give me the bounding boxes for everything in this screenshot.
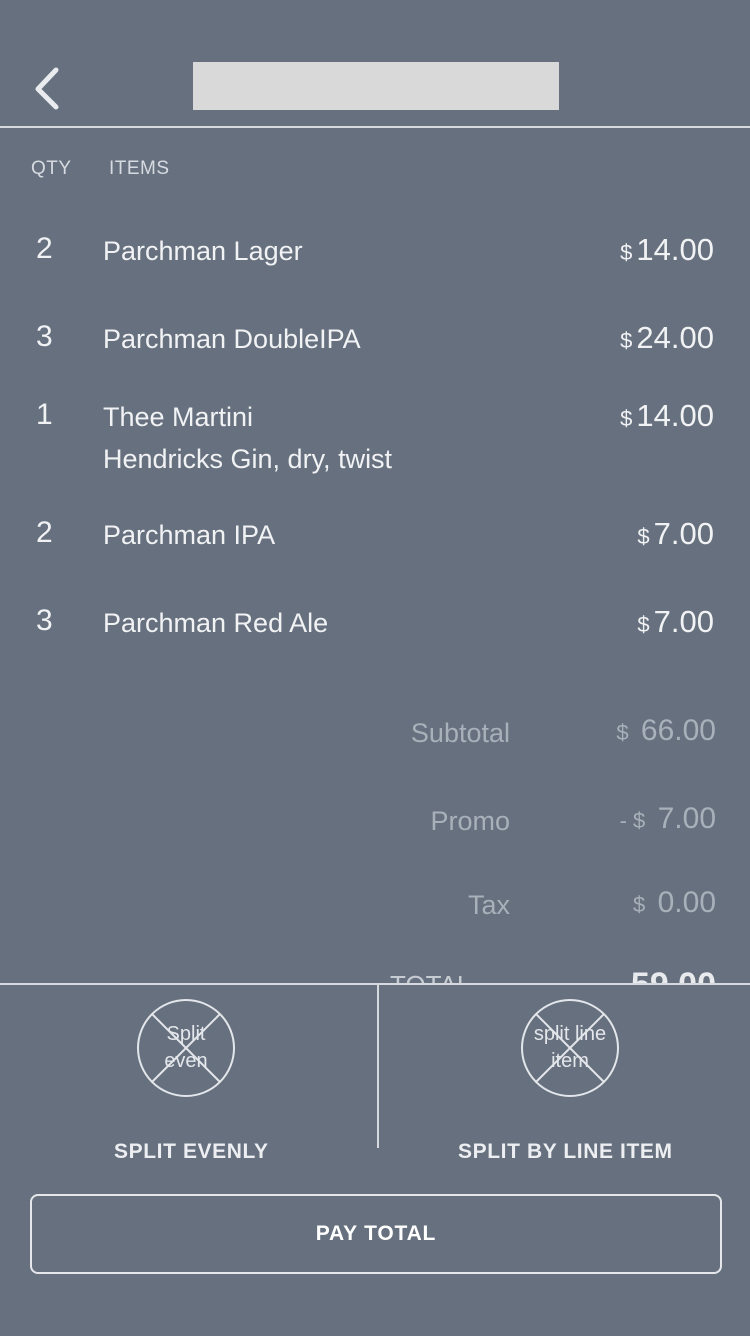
promo-amount: 7.00 <box>657 802 716 835</box>
split-evenly-label: SPLIT EVENLY <box>114 1140 269 1163</box>
item-price-value: 24.00 <box>636 320 714 355</box>
split-by-line-item-button[interactable]: split line item SPLIT BY LINE ITEM <box>379 985 750 1175</box>
promo-label: Promo <box>430 806 510 836</box>
item-price-value: 7.00 <box>653 604 714 639</box>
item-price-value: 14.00 <box>636 398 714 433</box>
item-price-value: 14.00 <box>636 232 714 267</box>
item-qty: 1 <box>36 398 53 431</box>
pay-total-button[interactable]: PAY TOTAL <box>30 1194 722 1274</box>
item-name: Thee Martini <box>103 402 254 432</box>
tax-label: Tax <box>467 890 510 920</box>
split-by-line-item-label: SPLIT BY LINE ITEM <box>458 1140 673 1163</box>
item-name: Parchman Lager <box>103 236 303 266</box>
currency-symbol: $ <box>637 612 650 637</box>
subtotal-value: $ 66.00 <box>616 714 716 748</box>
item-price: $14.00 <box>620 398 714 434</box>
item-qty: 2 <box>36 232 53 265</box>
split-even-placeholder-text: Split even <box>164 1023 208 1072</box>
tax-value: $ 0.00 <box>633 886 716 920</box>
subtotal-amount: 66.00 <box>640 714 716 747</box>
back-button[interactable] <box>26 62 70 112</box>
page-title-placeholder <box>193 62 559 110</box>
currency-symbol: $ <box>637 524 650 549</box>
currency-symbol: $ <box>620 406 633 431</box>
split-line-placeholder-text: split line item <box>533 1023 607 1072</box>
item-name: Parchman IPA <box>103 520 276 550</box>
qty-column-header: QTY <box>31 158 72 179</box>
currency-symbol: $ <box>633 892 646 917</box>
subtotal-label: Subtotal <box>410 718 510 748</box>
item-price: $7.00 <box>637 516 714 552</box>
item-description: Hendricks Gin, dry, twist <box>103 444 393 474</box>
tax-amount: 0.00 <box>657 886 716 919</box>
header <box>0 0 750 128</box>
item-price-value: 7.00 <box>653 516 714 551</box>
item-price: $7.00 <box>637 604 714 640</box>
currency-symbol: $ <box>620 328 633 353</box>
item-price: $24.00 <box>620 320 714 356</box>
item-name: Parchman Red Ale <box>103 608 329 638</box>
item-qty: 3 <box>36 604 53 637</box>
item-name: Parchman DoubleIPA <box>103 324 361 354</box>
split-evenly-button[interactable]: Split even SPLIT EVENLY <box>0 985 377 1175</box>
currency-symbol: $ <box>620 240 633 265</box>
split-even-image-placeholder: Split even <box>136 998 236 1098</box>
chevron-left-icon <box>35 67 59 110</box>
items-column-header: ITEMS <box>109 158 170 179</box>
action-footer: Split even SPLIT EVENLY split line item … <box>0 983 750 1336</box>
item-qty: 2 <box>36 516 53 549</box>
currency-symbol: $ <box>616 720 629 745</box>
item-qty: 3 <box>36 320 53 353</box>
item-price: $14.00 <box>620 232 714 268</box>
promo-value: - $ 7.00 <box>620 802 716 836</box>
promo-prefix: - $ <box>619 808 646 833</box>
split-line-image-placeholder: split line item <box>520 998 620 1098</box>
